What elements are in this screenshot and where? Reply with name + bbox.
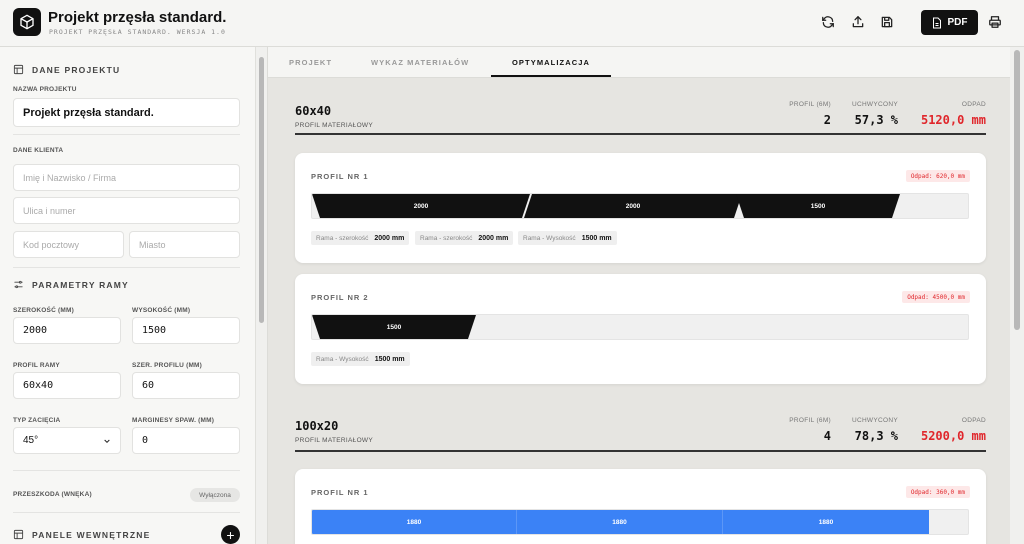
waste-badge: Odpad: 620,0 mm [905, 170, 970, 182]
profile-card: PROFIL NR 1 Odpad: 360,0 mm 1880 1880 18… [295, 469, 986, 544]
profile-card-title: PROFIL NR 1 [311, 172, 369, 181]
chevron-down-icon [104, 439, 110, 443]
weld-margin-input[interactable]: 0 [132, 427, 240, 454]
divider [13, 134, 240, 135]
width-input[interactable]: 2000 [13, 317, 121, 344]
group-subtitle: PROFIL MATERIAŁOWY [295, 122, 373, 129]
sidebar-scrollbar[interactable] [256, 47, 268, 544]
app-subtitle: PROJEKT PRZĘSŁA STANDARD. WERSJA 1.0 [49, 28, 226, 36]
project-section-title: DANE PROJEKTU [13, 64, 120, 75]
group-divider [295, 133, 986, 135]
part-chip: Rama - Wysokość 1500 mm [311, 352, 410, 366]
tab-materials[interactable]: WYKAZ MATERIAŁÓW [371, 58, 469, 67]
postal-code-input[interactable]: Kod pocztowy [13, 231, 124, 258]
sliders-icon [14, 280, 23, 289]
cut-segment: 1500 [312, 315, 476, 339]
profile-card-title: PROFIL NR 2 [311, 293, 369, 302]
refresh-icon[interactable] [818, 12, 838, 32]
obstacle-status-badge[interactable]: Wyłączona [190, 488, 240, 502]
cut-type-label: TYP ZACIĘCIA [13, 417, 61, 424]
waste-badge: Odpad: 360,0 mm [905, 486, 970, 498]
obstacle-label: PRZESZKODA (WNĘKA) [13, 491, 92, 498]
count-value: 2 [823, 113, 831, 127]
cut-bar: 1500 [311, 314, 969, 340]
cut-bar: 2000 2000 1500 [311, 193, 969, 219]
profile-width-label: SZER. PROFILU (MM) [132, 362, 203, 369]
group-divider [295, 450, 986, 452]
cut-segment: 1880 [723, 510, 929, 534]
cut-type-select[interactable]: 45° [13, 427, 121, 454]
divider [13, 470, 240, 471]
app-header: Projekt przęsła standard. PROJEKT PRZĘSŁ… [0, 0, 1024, 47]
pdf-button[interactable]: PDF [921, 10, 978, 35]
profile-card: PROFIL NR 2 Odpad: 4500,0 mm 1500 Rama -… [295, 274, 986, 384]
waste-label: ODPAD [961, 417, 986, 424]
height-input[interactable]: 1500 [132, 317, 240, 344]
waste-value: 5200,0 mm [920, 429, 986, 443]
layout-icon [13, 64, 24, 75]
scrollbar-thumb[interactable] [1014, 50, 1020, 330]
divider [13, 512, 240, 513]
tab-project[interactable]: PROJEKT [289, 58, 332, 67]
profile-card: PROFIL NR 1 Odpad: 620,0 mm 2000 2000 15… [295, 153, 986, 263]
panels-section-title: PANELE WEWNĘTRZNE [13, 529, 150, 540]
tab-optimization[interactable]: OPTYMALIZACJA [512, 58, 590, 67]
tab-bar: PROJEKT WYKAZ MATERIAŁÓW OPTYMALIZACJA [268, 47, 1010, 78]
profile-input[interactable]: 60x40 [13, 372, 121, 399]
profile-width-input[interactable]: 60 [132, 372, 240, 399]
part-chip: Rama - szerokość 2000 mm [311, 231, 410, 245]
used-label: UCHWYCONY [851, 417, 898, 424]
city-input[interactable]: Miasto [129, 231, 240, 258]
file-icon [932, 17, 941, 28]
cut-segment: 2000 [524, 194, 742, 218]
used-label: UCHWYCONY [851, 101, 898, 108]
active-tab-indicator [491, 75, 611, 77]
layout-icon [13, 529, 24, 540]
width-label: SZEROKOŚĆ (MM) [13, 307, 74, 314]
count-value: 4 [823, 429, 831, 443]
cut-segment: 1500 [736, 194, 900, 218]
client-name-input[interactable]: Imię i Nazwisko / Firma [13, 164, 240, 191]
upload-icon[interactable] [848, 12, 868, 32]
project-name-input[interactable]: Projekt przęsła standard. [13, 98, 240, 127]
pdf-button-label: PDF [947, 17, 968, 28]
frame-section-title: PARAMETRY RAMY [13, 279, 129, 290]
waste-value: 5120,0 mm [920, 113, 986, 127]
profile-card-title: PROFIL NR 1 [311, 488, 369, 497]
count-label: PROFIL (6M) [789, 417, 831, 424]
save-icon[interactable] [877, 12, 897, 32]
waste-label: ODPAD [961, 101, 986, 108]
cut-bar: 1880 1880 1880 [311, 509, 969, 535]
main-scrollbar[interactable] [1010, 47, 1024, 544]
scrollbar-thumb[interactable] [259, 57, 264, 323]
height-label: WYSOKOŚĆ (MM) [132, 307, 191, 314]
add-panel-button[interactable]: + [221, 525, 240, 544]
divider [13, 267, 240, 268]
weld-margin-label: MARGINESY SPAW. (MM) [132, 417, 215, 424]
project-name-label: NAZWA PROJEKTU [13, 86, 77, 93]
print-icon[interactable] [985, 12, 1005, 32]
app-title: Projekt przęsła standard. [48, 9, 227, 26]
cut-segment: 1880 [517, 510, 723, 534]
cube-logo-icon [13, 8, 41, 36]
group-title: 100x20 [295, 419, 339, 433]
group-subtitle: PROFIL MATERIAŁOWY [295, 437, 373, 444]
client-label: DANE KLIENTA [13, 147, 64, 154]
count-label: PROFIL (6M) [789, 101, 831, 108]
part-chip: Rama - Wysokość 1500 mm [518, 231, 617, 245]
used-value: 57,3 % [854, 113, 898, 127]
waste-badge: Odpad: 4500,0 mm [902, 291, 970, 303]
group-title: 60x40 [295, 104, 332, 118]
part-chip: Rama - szerokość 2000 mm [415, 231, 514, 245]
sidebar: DANE PROJEKTU NAZWA PROJEKTU Projekt prz… [0, 47, 256, 544]
cut-segment: 2000 [312, 194, 530, 218]
used-value: 78,3 % [854, 429, 898, 443]
cut-segment: 1880 [312, 510, 517, 534]
street-input[interactable]: Ulica i numer [13, 197, 240, 224]
profile-label: PROFIL RAMY [13, 362, 60, 369]
